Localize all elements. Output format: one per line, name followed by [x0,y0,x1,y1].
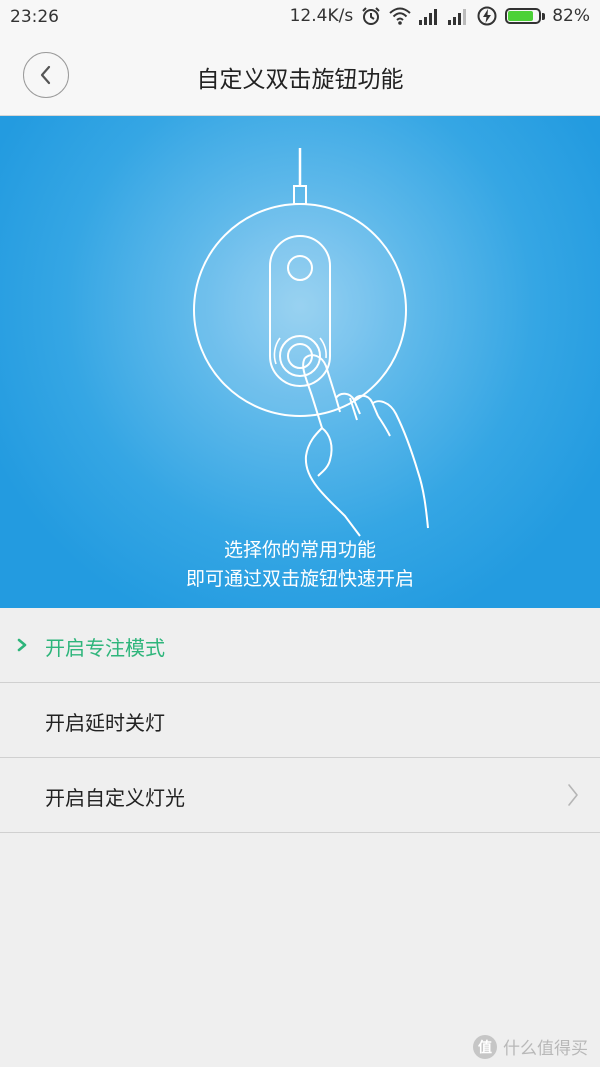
watermark-badge: 值 [473,1034,497,1059]
status-bar: 23:26 12.4K/s 82% [0,0,600,36]
status-right-group: 12.4K/s 82% [290,6,590,26]
watermark-text: 什么值得买 [503,1039,588,1059]
status-time: 23:26 [10,7,59,27]
option-custom-light[interactable]: 开启自定义灯光 [0,758,600,833]
hero-caption-line-1: 选择你的常用功能 [223,539,376,561]
hero-caption-line-2: 即可通过双击旋钮快速开启 [185,568,414,590]
option-label: 开启延时关灯 [45,711,165,735]
charging-icon [476,6,498,26]
network-speed: 12.4K/s [289,6,354,26]
battery-icon [505,8,546,24]
page-title: 自定义双击旋钮功能 [196,67,404,93]
watermark: 值 什么值得买 [473,1034,588,1059]
knob-hand-illustration [193,148,429,537]
selected-chevron-icon [17,638,27,652]
hero-banner: 选择你的常用功能 即可通过双击旋钮快速开启 [0,116,600,608]
option-list: 开启专注模式 开启延时关灯 开启自定义灯光 [0,608,600,833]
app-header: 自定义双击旋钮功能 [0,36,600,116]
option-focus-mode[interactable]: 开启专注模式 [0,608,600,683]
battery-percent: 82% [552,6,590,26]
hero-caption: 选择你的常用功能 即可通过双击旋钮快速开启 [0,536,600,594]
option-label: 开启自定义灯光 [45,786,185,810]
option-label: 开启专注模式 [45,636,165,660]
signal-icon [447,6,469,26]
chevron-right-icon [568,784,578,806]
screen: 23:26 12.4K/s 82% 自定义双击旋钮功能 选择你的常用功能 即可通… [0,0,600,1067]
option-delayed-off[interactable]: 开启延时关灯 [0,683,600,758]
wifi-icon [389,6,411,26]
signal-icon [418,6,440,26]
alarm-icon [360,6,382,26]
